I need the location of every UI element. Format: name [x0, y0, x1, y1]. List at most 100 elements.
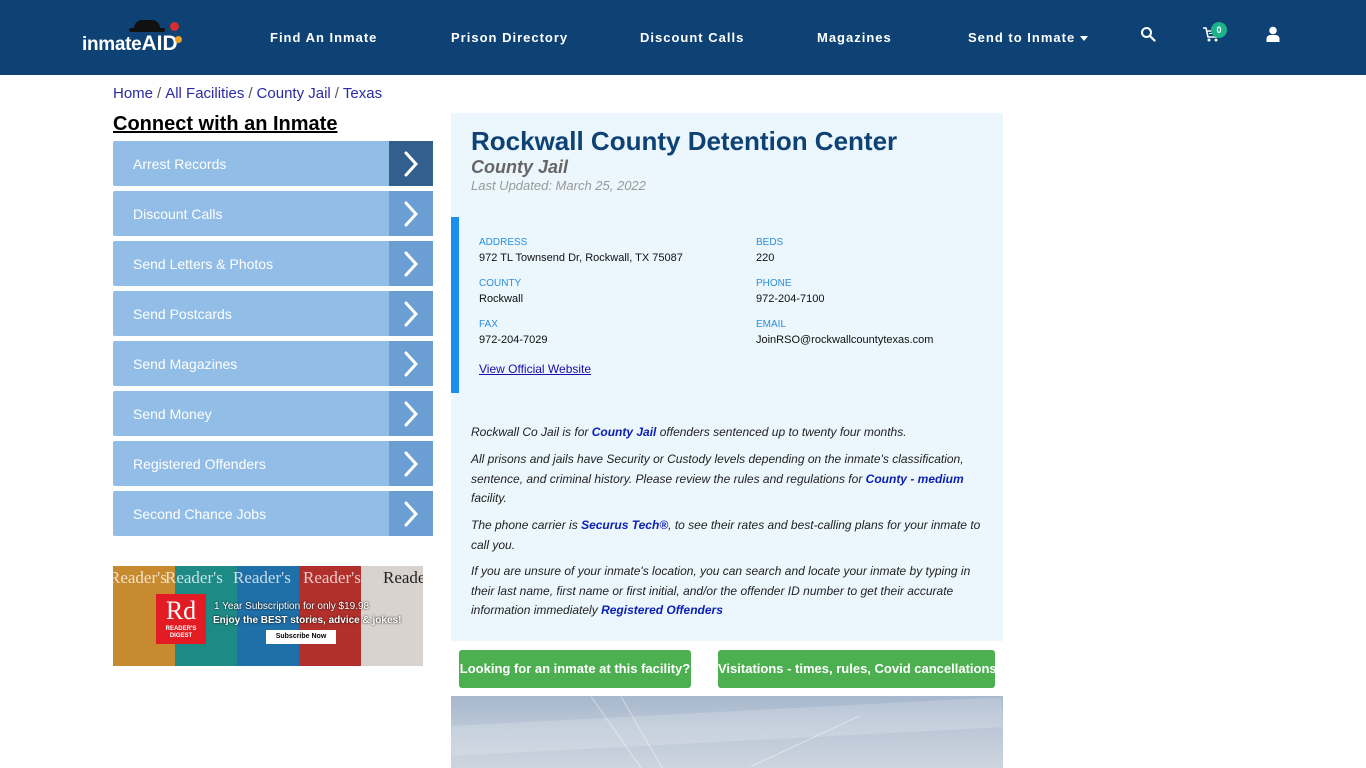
sidebar-item-label: Send Letters & Photos	[133, 255, 274, 272]
paragraph-text: facility.	[471, 491, 507, 505]
sidebar-item-label: Second Chance Jobs	[133, 505, 267, 522]
logo-brand-text: DIGEST	[169, 633, 193, 639]
paragraph-text: The phone carrier is	[471, 518, 582, 532]
sidebar-item-label: Send Magazines	[133, 355, 238, 372]
fax-label: FAX	[479, 319, 498, 330]
phone-field: PHONE 972-204-7100	[756, 277, 825, 307]
breadcrumb-separator: /	[248, 85, 253, 102]
sidebar-item-registered-offenders[interactable]: Registered Offenders	[113, 441, 433, 486]
nav-discount-calls[interactable]: Discount Calls	[640, 30, 744, 46]
info-accent-bar	[451, 217, 459, 393]
readers-digest-ad-banner[interactable]: Reader's Reader's Reader's Reader's Read…	[113, 566, 423, 666]
readers-digest-logo: Rd READER'S DIGEST	[156, 594, 206, 644]
last-updated-text: Last Updated: March 25, 2022	[471, 178, 646, 193]
sidebar-item-label: Send Money	[133, 405, 212, 422]
masthead-text: Reader's	[165, 568, 223, 587]
chevron-right-icon	[389, 491, 433, 536]
breadcrumb-separator: /	[334, 85, 339, 102]
beds-value: 220	[756, 252, 775, 264]
email-field: EMAIL JoinRSO@rockwallcountytexas.com	[756, 318, 933, 348]
logo-leaf-icon	[170, 22, 179, 31]
description-paragraph: Rockwall Co Jail is for County Jail offe…	[471, 423, 986, 443]
masthead-text: Reader's	[233, 568, 291, 587]
description-paragraph: All prisons and jails have Security or C…	[471, 450, 986, 509]
facility-photo	[451, 696, 1003, 768]
county-medium-link[interactable]: County - medium	[866, 472, 964, 486]
inmateaid-logo[interactable]: inmate AID	[82, 20, 182, 56]
sidebar-item-label: Registered Offenders	[133, 455, 266, 472]
cart-count-badge: 0	[1211, 22, 1227, 38]
connect-with-inmate-heading: Connect with an Inmate	[113, 113, 338, 135]
securus-tech-link[interactable]: Securus Tech®	[581, 518, 668, 532]
sidebar-item-second-chance-jobs[interactable]: Second Chance Jobs	[113, 491, 433, 536]
breadcrumb-texas[interactable]: Texas	[343, 85, 382, 102]
sidebar-item-send-letters-photos[interactable]: Send Letters & Photos	[113, 241, 433, 286]
top-navigation-bar: inmate AID Find An Inmate Prison Directo…	[0, 0, 1366, 75]
breadcrumb-all-facilities[interactable]: All Facilities	[165, 85, 244, 102]
logo-leaf-icon	[175, 36, 182, 43]
sidebar-item-send-money[interactable]: Send Money	[113, 391, 433, 436]
masthead-text: Reade	[383, 568, 423, 587]
masthead-text: Reader's	[113, 568, 167, 587]
chevron-right-icon	[389, 191, 433, 236]
breadcrumb: Home / All Facilities / County Jail / Texas	[113, 85, 382, 102]
logo-rd-text: Rd	[165, 596, 197, 625]
address-value: 972 TL Townsend Dr, Rockwall, TX 75087	[479, 252, 683, 264]
photo-cloud-band	[451, 697, 1003, 756]
ad-tagline-text: Enjoy the BEST stories, advice & jokes!	[213, 615, 402, 626]
sidebar-item-arrest-records[interactable]: Arrest Records	[113, 141, 433, 186]
account-button[interactable]	[1266, 26, 1286, 46]
county-value: Rockwall	[479, 293, 524, 305]
registered-offenders-link[interactable]: Registered Offenders	[601, 603, 723, 617]
phone-value: 972-204-7100	[756, 293, 825, 305]
breadcrumb-separator: /	[157, 85, 162, 102]
address-field: ADDRESS 972 TL Townsend Dr, Rockwall, TX…	[479, 236, 683, 266]
find-inmate-at-facility-button[interactable]: Looking for an inmate at this facility?	[459, 650, 691, 688]
chevron-right-icon	[389, 391, 433, 436]
email-label: EMAIL	[756, 319, 787, 330]
county-jail-link[interactable]: County Jail	[592, 425, 657, 439]
email-value: JoinRSO@rockwallcountytexas.com	[756, 334, 934, 346]
user-icon	[1266, 26, 1280, 42]
sidebar-item-label: Arrest Records	[133, 155, 227, 172]
description-paragraph: The phone carrier is Securus Tech®, to s…	[471, 516, 986, 555]
sidebar-item-label: Discount Calls	[133, 205, 223, 222]
breadcrumb-county-jail[interactable]: County Jail	[257, 85, 331, 102]
chevron-right-icon	[389, 341, 433, 386]
visitations-button[interactable]: Visitations - times, rules, Covid cancel…	[718, 650, 997, 688]
nav-magazines[interactable]: Magazines	[817, 30, 892, 46]
sidebar-item-send-postcards[interactable]: Send Postcards	[113, 291, 433, 336]
paragraph-text: Rockwall Co Jail is for	[471, 425, 592, 439]
nav-prison-directory[interactable]: Prison Directory	[451, 30, 568, 46]
sidebar-menu: Arrest Records Discount Calls Send Lette…	[113, 141, 433, 541]
subscribe-now-button[interactable]: Subscribe Now	[266, 630, 336, 644]
view-official-website-link[interactable]: View Official Website	[479, 362, 591, 376]
logo-hat-brim-icon	[129, 28, 165, 32]
breadcrumb-home[interactable]: Home	[113, 85, 153, 102]
beds-field: BEDS 220	[756, 236, 783, 266]
fax-field: FAX 972-204-7029	[479, 318, 548, 348]
paragraph-text: offenders sentenced up to twenty four mo…	[656, 425, 907, 439]
beds-label: BEDS	[756, 237, 784, 248]
chevron-right-icon	[389, 441, 433, 486]
sidebar-item-discount-calls[interactable]: Discount Calls	[113, 191, 433, 236]
logo-accent-text: AID	[141, 32, 178, 55]
search-button[interactable]	[1140, 26, 1160, 46]
sidebar-item-label: Send Postcards	[133, 305, 232, 322]
nav-find-an-inmate[interactable]: Find An Inmate	[270, 30, 377, 46]
logo-brand-text: READER'S	[165, 626, 197, 632]
logo-text: inmate	[82, 34, 142, 55]
nav-send-to-inmate[interactable]: Send to Inmate	[968, 30, 1089, 46]
facility-type: County Jail	[471, 157, 569, 177]
masthead-text: Reader's	[303, 568, 361, 587]
nav-send-to-inmate-label: Send to Inmate	[968, 30, 1076, 45]
chevron-right-icon	[389, 291, 433, 336]
county-field: COUNTY Rockwall	[479, 277, 523, 307]
facility-name-heading: Rockwall County Detention Center	[471, 126, 898, 156]
ad-offer-text: 1 Year Subscription for only $19.98	[214, 601, 370, 612]
caret-down-icon	[1080, 36, 1089, 42]
sidebar-item-send-magazines[interactable]: Send Magazines	[113, 341, 433, 386]
chevron-right-icon	[389, 241, 433, 286]
address-label: ADDRESS	[479, 237, 528, 248]
chevron-right-icon	[389, 141, 433, 186]
